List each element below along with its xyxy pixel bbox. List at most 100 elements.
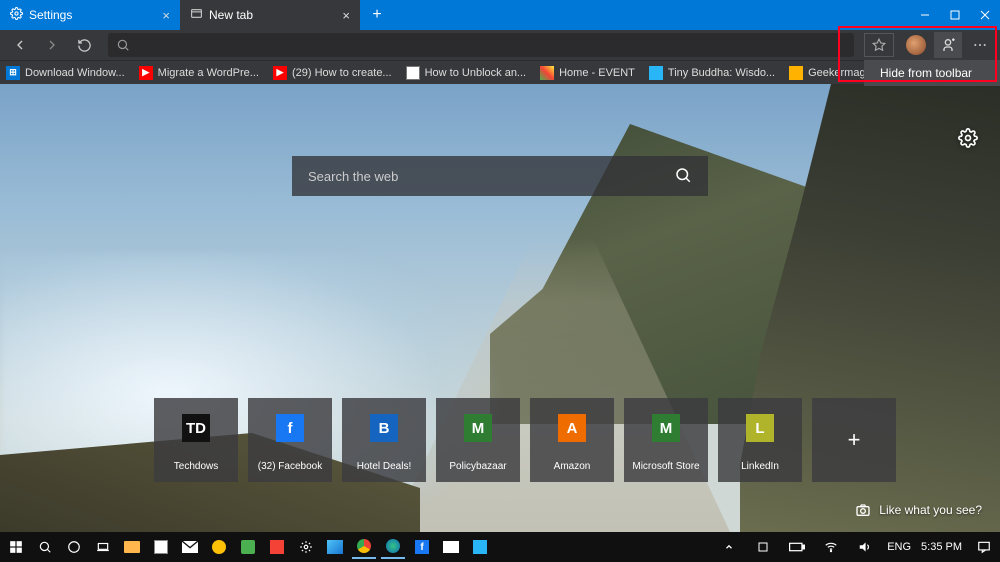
favicon: ⊞ — [6, 66, 20, 80]
settings-menu-button[interactable] — [966, 32, 994, 58]
tile-icon: L — [746, 414, 774, 442]
tile-label: Techdows — [174, 461, 218, 472]
bookmark-label: Migrate a WordPre... — [158, 67, 259, 79]
taskbar-app-explorer[interactable] — [120, 535, 144, 559]
quick-link-tile[interactable]: M Policybazaar — [436, 398, 520, 482]
forward-button[interactable] — [38, 32, 66, 58]
feedback-button[interactable] — [934, 32, 962, 58]
tile-label: Hotel Deals! — [357, 461, 411, 472]
bookmark-label: Tiny Buddha: Wisdo... — [668, 67, 775, 79]
taskbar-app[interactable] — [236, 535, 260, 559]
volume-icon[interactable] — [853, 535, 877, 559]
tab-label: Settings — [29, 8, 72, 22]
tray-icon[interactable] — [751, 535, 775, 559]
avatar-icon — [906, 35, 926, 55]
favicon — [540, 66, 554, 80]
plus-icon: + — [840, 426, 868, 454]
quick-link-tile[interactable]: L LinkedIn — [718, 398, 802, 482]
taskbar-app-mail[interactable] — [178, 535, 202, 559]
cortana-button[interactable] — [62, 535, 86, 559]
tab-settings[interactable]: Settings × — [0, 0, 180, 30]
tab-strip: Settings × New tab × + — [0, 0, 394, 30]
start-button[interactable] — [4, 535, 28, 559]
feedback-icon — [940, 37, 956, 53]
window-titlebar: Settings × New tab × + — [0, 0, 1000, 30]
tile-label: LinkedIn — [741, 461, 779, 472]
bookmark-item[interactable]: Home - EVENT — [540, 66, 635, 80]
tile-icon: M — [464, 414, 492, 442]
quick-link-tile[interactable]: TDTechdows — [154, 398, 238, 482]
like-what-you-see-button[interactable]: Like what you see? — [855, 502, 982, 518]
tab-label: New tab — [209, 8, 253, 22]
gear-icon — [958, 128, 978, 148]
address-bar[interactable] — [108, 33, 854, 57]
bookmark-item[interactable]: ⊞Download Window... — [6, 66, 125, 80]
tab-newtab[interactable]: New tab × — [180, 0, 360, 30]
tile-label: Amazon — [554, 461, 591, 472]
taskbar-app[interactable] — [265, 535, 289, 559]
action-center-button[interactable] — [972, 535, 996, 559]
taskbar-app-store[interactable] — [149, 535, 173, 559]
web-search-box[interactable]: Search the web — [292, 156, 708, 196]
taskbar-app[interactable] — [439, 535, 463, 559]
browser-toolbar — [0, 30, 1000, 60]
taskbar-app[interactable] — [294, 535, 318, 559]
favicon — [406, 66, 420, 80]
bookmark-item[interactable]: Geekermag — [789, 66, 865, 80]
tab-close-button[interactable]: × — [162, 8, 170, 23]
quick-link-tile[interactable]: AAmazon — [530, 398, 614, 482]
taskbar-app-edge[interactable] — [381, 535, 405, 559]
taskbar-search-button[interactable] — [33, 535, 57, 559]
quick-link-tile[interactable]: f (32) Facebook — [248, 398, 332, 482]
wifi-icon[interactable] — [819, 535, 843, 559]
more-icon — [972, 37, 988, 53]
taskbar-app-facebook[interactable]: f — [410, 535, 434, 559]
page-icon — [190, 7, 203, 23]
quick-links: TDTechdows f(32) Facebook BHotel Deals! … — [154, 398, 896, 482]
taskbar-app[interactable] — [468, 535, 492, 559]
window-controls — [910, 0, 1000, 30]
quick-link-tile[interactable]: BHotel Deals! — [342, 398, 426, 482]
taskbar-app[interactable] — [207, 535, 231, 559]
search-icon — [674, 166, 692, 187]
minimize-button[interactable] — [910, 0, 940, 30]
profile-button[interactable] — [902, 32, 930, 58]
quick-link-tile[interactable]: MMicrosoft Store — [624, 398, 708, 482]
tile-icon: f — [276, 414, 304, 442]
bookmark-item[interactable]: ▶ (29) How to create... — [273, 66, 392, 80]
bookmark-label: How to Unblock an... — [425, 67, 527, 79]
page-settings-button[interactable] — [958, 128, 978, 153]
battery-icon[interactable] — [785, 535, 809, 559]
favorite-button[interactable] — [864, 33, 894, 57]
taskbar-app-chrome[interactable] — [352, 535, 376, 559]
taskbar-app[interactable] — [323, 535, 347, 559]
clock[interactable]: 5:35 PM — [921, 541, 962, 553]
bookmark-label: (29) How to create... — [292, 67, 392, 79]
tile-label: Microsoft Store — [632, 461, 699, 472]
task-view-button[interactable] — [91, 535, 115, 559]
system-tray: ENG 5:35 PM — [717, 535, 996, 559]
add-tile-button[interactable]: + — [812, 398, 896, 482]
tile-label: Policybazaar — [449, 461, 506, 472]
search-icon — [116, 38, 130, 52]
context-menu-item-hide[interactable]: Hide from toolbar — [864, 60, 1000, 86]
tile-label: (32) Facebook — [258, 461, 322, 472]
back-button[interactable] — [6, 32, 34, 58]
star-icon — [872, 38, 886, 52]
camera-icon — [855, 502, 871, 518]
bookmark-item[interactable]: Tiny Buddha: Wisdo... — [649, 66, 775, 80]
tray-overflow-button[interactable] — [717, 535, 741, 559]
search-placeholder: Search the web — [308, 169, 398, 184]
like-label: Like what you see? — [879, 503, 982, 517]
refresh-button[interactable] — [70, 32, 98, 58]
close-window-button[interactable] — [970, 0, 1000, 30]
language-indicator[interactable]: ENG — [887, 541, 911, 553]
maximize-button[interactable] — [940, 0, 970, 30]
bookmark-item[interactable]: How to Unblock an... — [406, 66, 527, 80]
tab-close-button[interactable]: × — [342, 8, 350, 23]
bookmark-label: Geekermag — [808, 67, 865, 79]
favicon: ▶ — [273, 66, 287, 80]
bookmark-item[interactable]: ▶Migrate a WordPre... — [139, 66, 259, 80]
bookmarks-bar: ⊞Download Window... ▶Migrate a WordPre..… — [0, 60, 1000, 84]
new-tab-button[interactable]: + — [360, 0, 394, 30]
